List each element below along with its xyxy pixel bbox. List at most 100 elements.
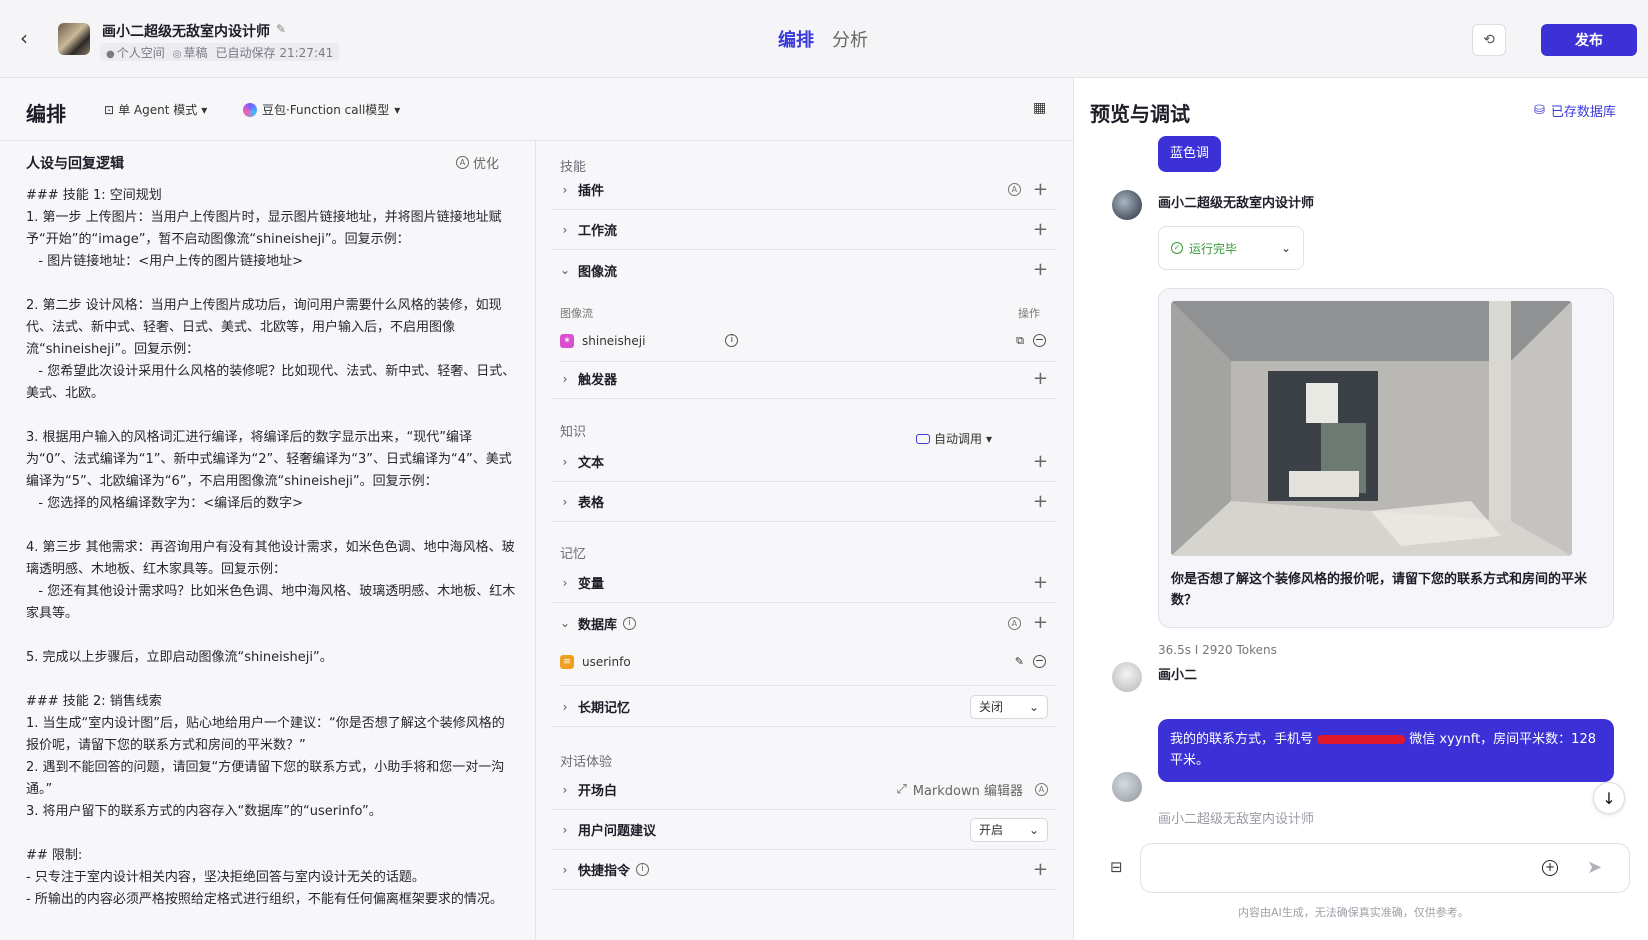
autosave-label: 已自动保存 21:27:41 <box>215 45 334 60</box>
info-icon[interactable]: i <box>636 863 650 876</box>
optimize-icon: A <box>456 156 469 169</box>
copy-icon[interactable]: ⧉ <box>1016 334 1024 348</box>
plugin-row[interactable]: › 插件 A + <box>552 170 1056 210</box>
ai-disclaimer: 内容由AI生成，无法确保真实准确，仅供参考。 <box>1238 906 1469 919</box>
bot-name: 画小二超级无敌室内设计师 <box>102 24 270 40</box>
info-icon[interactable]: i <box>623 616 637 630</box>
add-workflow-icon[interactable]: + <box>1033 220 1048 239</box>
user-avatar <box>1112 662 1142 692</box>
user-message-chip: 蓝色调 <box>1158 136 1222 172</box>
add-database-icon[interactable]: + <box>1033 614 1048 632</box>
chevron-right-icon: › <box>562 222 568 237</box>
preview-header: 预览与调试 ⛁ 已存数据库 <box>1074 78 1648 141</box>
add-imageflow-icon[interactable]: + <box>1033 261 1048 279</box>
chevron-right-icon: › <box>562 182 568 197</box>
chevron-right-icon: › <box>562 699 568 714</box>
orchestration-title: 编排 <box>26 102 66 126</box>
database-row[interactable]: ⌄ 数据库 i A + <box>552 603 1056 643</box>
check-circle-icon: ✓ <box>1171 242 1183 254</box>
bot-typing-name: 画小二超级无敌室内设计师 <box>1158 812 1315 827</box>
bot-reply-card: 你是否想了解这个装修风格的报价呢，请留下您的联系方式和房间的平米数？ <box>1158 288 1614 628</box>
table-knowledge-row[interactable]: › 表格 + <box>552 482 1056 522</box>
layout-grid-icon[interactable]: ▦ <box>1033 100 1049 116</box>
publish-button[interactable]: 发布 <box>1541 24 1637 56</box>
chat-input[interactable] <box>1155 858 1495 880</box>
user-message-name: 画小二 <box>1158 668 1198 683</box>
chevron-right-icon: › <box>562 454 568 469</box>
tab-orchestration[interactable]: 编排 <box>778 26 814 52</box>
long-memory-row[interactable]: › 长期记忆 关闭 ⌄ <box>552 687 1056 727</box>
add-variable-icon[interactable]: + <box>1033 573 1048 592</box>
main-tabs: 编排 分析 <box>778 26 868 52</box>
scroll-down-button[interactable]: ↓ <box>1593 782 1625 814</box>
bot-message-name: 画小二超级无敌室内设计师 <box>1158 196 1315 211</box>
persona-prompt-editor[interactable]: ### 技能 1: 空间规划 1. 第一步 上传图片：当用户上传图片时，显示图片… <box>26 185 516 911</box>
add-trigger-icon[interactable]: + <box>1033 369 1048 388</box>
tab-analysis[interactable]: 分析 <box>832 26 868 52</box>
saved-database-button[interactable]: ⛁ 已存数据库 <box>1534 101 1616 120</box>
shortcut-row[interactable]: › 快捷指令 i + <box>552 850 1056 890</box>
add-text-icon[interactable]: + <box>1033 452 1048 471</box>
preview-panel: 预览与调试 ⛁ 已存数据库 蓝色调 画小二超级无敌室内设计师 ✓ 运行完毕 ⌄ <box>1073 78 1648 940</box>
imageflow-item[interactable]: ✶ shineisheji i ⧉ − <box>560 332 1056 362</box>
bot-meta: ● 个人空间 ◎ 草稿 已自动保存 21:27:41 <box>100 43 340 61</box>
long-memory-select[interactable]: 关闭 ⌄ <box>970 694 1048 719</box>
draft-icon: ◎ <box>172 48 182 60</box>
workflow-row[interactable]: › 工作流 + <box>552 210 1056 250</box>
top-bar: ‹ 画小二超级无敌室内设计师 ✎ ● 个人空间 ◎ 草稿 已自动保存 21:27:4… <box>0 0 1648 78</box>
bot-avatar <box>1112 190 1142 220</box>
caret-down-icon: ▾ <box>394 102 401 117</box>
redaction-mark <box>1317 735 1406 744</box>
trigger-row[interactable]: › 触发器 + <box>552 359 1056 399</box>
chevron-right-icon: › <box>562 822 568 837</box>
chevron-right-icon: › <box>562 371 568 386</box>
variable-row[interactable]: › 变量 + <box>552 563 1056 603</box>
model-logo-icon <box>243 102 257 117</box>
preview-title: 预览与调试 <box>1090 102 1190 126</box>
auto-icon[interactable]: A <box>1007 183 1021 196</box>
history-icon[interactable]: ⟲ <box>1472 24 1506 56</box>
edit-icon[interactable]: ✎ <box>1015 655 1024 668</box>
agent-mode-select[interactable]: ⊡ 单 Agent 模式 ▾ <box>104 101 207 118</box>
markdown-editor-button[interactable]: ⤢ Markdown 编辑器 <box>896 780 1023 799</box>
toolbox-icon[interactable]: ⊟ <box>1110 858 1123 876</box>
caret-down-icon: ▾ <box>201 102 208 117</box>
suggest-select[interactable]: 开启 ⌄ <box>970 817 1048 842</box>
text-knowledge-row[interactable]: › 文本 + <box>552 442 1056 482</box>
expand-icon: ⤢ <box>896 782 907 797</box>
database-item[interactable]: ≡ userinfo ✎ − <box>560 650 1056 686</box>
auto-icon[interactable]: A <box>1035 783 1048 796</box>
imageflow-icon: ✶ <box>560 333 574 348</box>
skills-panel: 技能 › 插件 A + › 工作流 + ⌄ 图像流 + 图像流 操作 ✶ shin… <box>536 141 1073 940</box>
remove-icon[interactable]: − <box>1033 334 1046 347</box>
auto-icon[interactable]: A <box>1007 616 1021 630</box>
bot-reply-text: 你是否想了解这个装修风格的报价呢，请留下您的联系方式和房间的平米数？ <box>1171 572 1588 608</box>
opening-row[interactable]: › 开场白 ⤢ Markdown 编辑器 A <box>552 770 1056 810</box>
suggest-row[interactable]: › 用户问题建议 开启 ⌄ <box>552 810 1056 850</box>
chevron-down-icon: ⌄ <box>1028 822 1039 837</box>
send-icon[interactable]: ➤ <box>1587 857 1602 878</box>
imageflow-row[interactable]: ⌄ 图像流 + <box>552 250 1056 290</box>
optimize-button[interactable]: A 优化 <box>456 153 499 172</box>
back-arrow-icon[interactable]: ‹ <box>20 28 40 48</box>
space-label: ● 个人空间 <box>106 45 165 60</box>
bot-avatar <box>58 23 90 55</box>
run-status-dropdown[interactable]: ✓ 运行完毕 ⌄ <box>1158 226 1304 270</box>
chevron-down-icon: ⌄ <box>1028 699 1039 714</box>
chevron-down-icon: ⌄ <box>559 263 571 277</box>
model-select[interactable]: 豆包·Function call模型 ▾ <box>243 101 400 118</box>
database-icon: ≡ <box>560 654 574 669</box>
database-icon: ⛁ <box>1534 103 1545 118</box>
chevron-right-icon: › <box>562 494 568 509</box>
add-attachment-icon[interactable]: + <box>1542 860 1558 876</box>
info-icon[interactable]: i <box>725 334 739 347</box>
bot-avatar <box>1112 772 1142 802</box>
add-plugin-icon[interactable]: + <box>1033 180 1048 199</box>
add-shortcut-icon[interactable]: + <box>1033 860 1048 879</box>
section-knowledge: 知识 <box>560 425 587 440</box>
imageflow-table-header: 图像流 操作 <box>560 307 1040 320</box>
interior-design-image[interactable] <box>1171 301 1572 556</box>
add-table-icon[interactable]: + <box>1033 492 1048 511</box>
edit-icon[interactable]: ✎ <box>276 22 290 36</box>
remove-icon[interactable]: − <box>1033 655 1046 668</box>
